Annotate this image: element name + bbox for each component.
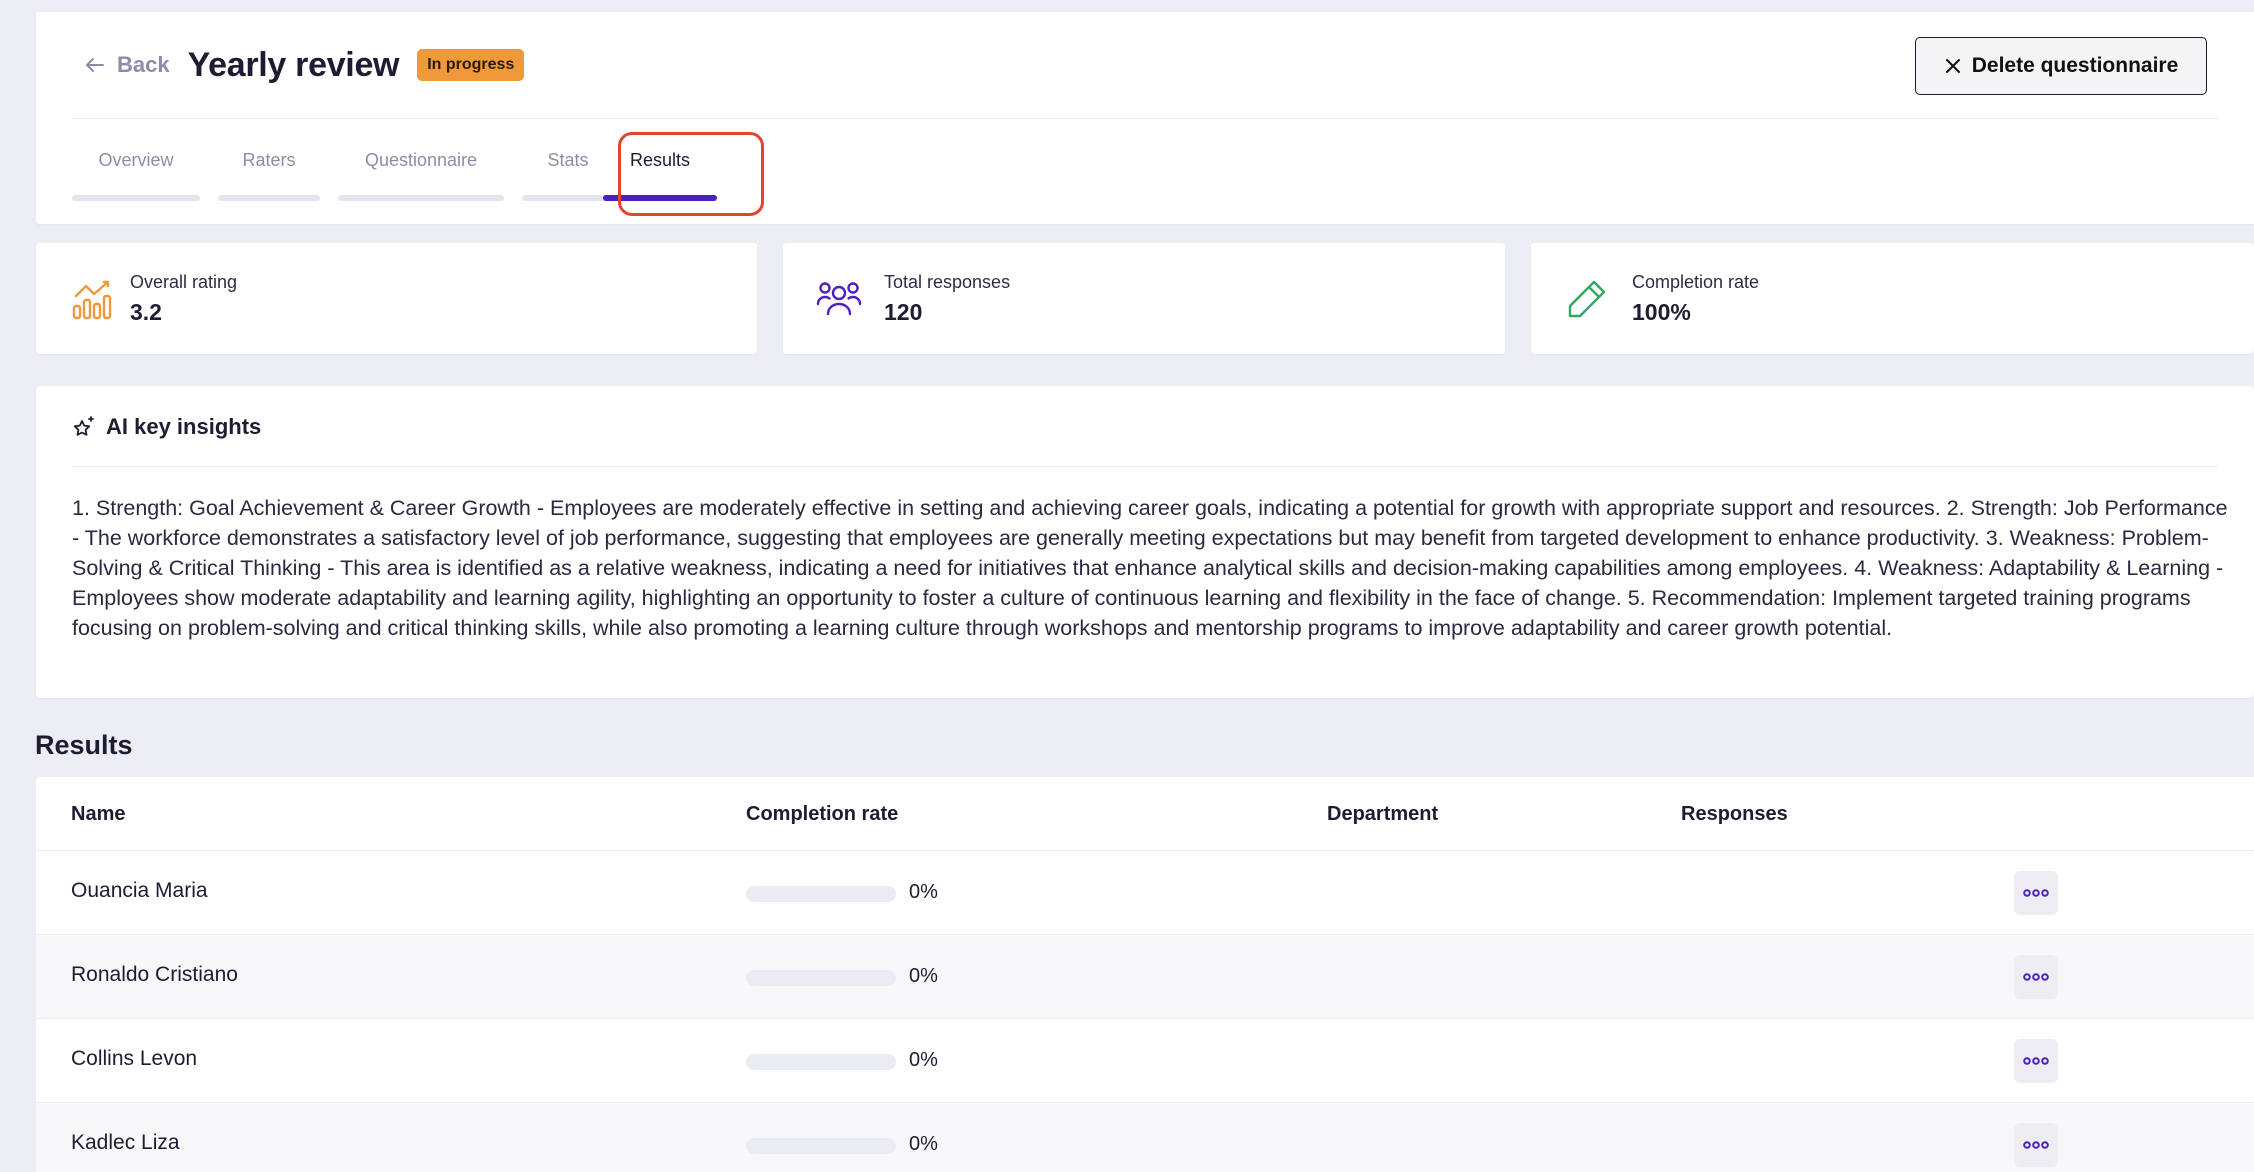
stat-text: Overall rating 3.2 [130, 272, 237, 326]
sparkle-star-icon [73, 416, 94, 436]
row-name: Ouancia Maria [71, 879, 208, 902]
more-dots-icon [2023, 973, 2049, 981]
tab-questionnaire[interactable]: Questionnaire [338, 140, 504, 204]
row-name: Ronaldo Cristiano [71, 963, 238, 986]
stat-card-total-responses: Total responses 120 [783, 243, 1505, 354]
completion-percent: 0% [909, 1049, 938, 1071]
column-header-department[interactable]: Department [1327, 803, 1438, 826]
stat-card-completion-rate: Completion rate 100% [1531, 243, 2254, 354]
completion-progress-bar [746, 970, 896, 986]
row-actions-button[interactable] [2014, 1123, 2058, 1167]
row-name: Kadlec Liza [71, 1131, 180, 1154]
page-title: Yearly review [187, 45, 400, 84]
completion-percent: 0% [909, 965, 938, 987]
insights-header: AI key insights [72, 414, 261, 440]
stat-value: 3.2 [130, 298, 162, 325]
stat-text: Total responses 120 [884, 272, 1010, 326]
stat-label: Overall rating [130, 271, 238, 292]
tab-underline [72, 195, 200, 201]
column-header-name[interactable]: Name [71, 803, 125, 826]
table-row[interactable]: Ouancia Maria 0% [36, 851, 2254, 935]
insights-divider [72, 466, 2218, 467]
pencil-icon [1568, 280, 1606, 317]
tab-bar: Overview Raters Questionnaire Stats Resu… [72, 140, 730, 204]
row-actions-button[interactable] [2014, 871, 2058, 915]
completion-percent: 0% [909, 881, 938, 903]
row-actions-button[interactable] [2014, 955, 2058, 999]
users-icon [816, 281, 862, 315]
table-header: Name Completion rate Department Response… [36, 777, 2254, 851]
close-icon [1945, 59, 1960, 73]
stat-label: Total responses [884, 271, 1011, 292]
completion-progress-bar [746, 1138, 896, 1154]
stat-value: 100% [1632, 298, 1691, 325]
tab-underline-active [603, 195, 717, 201]
row-actions-button[interactable] [2014, 1039, 2058, 1083]
stat-text: Completion rate 100% [1632, 272, 1759, 326]
stat-label: Completion rate [1632, 271, 1760, 292]
stat-value: 120 [884, 298, 923, 325]
tab-results[interactable]: Results [590, 140, 730, 204]
insights-text: 1. Strength: Goal Achievement & Career G… [72, 496, 2228, 640]
column-header-responses[interactable]: Responses [1681, 803, 1788, 826]
stat-card-overall-rating: Overall rating 3.2 [36, 243, 757, 354]
back-label: Back [117, 52, 170, 77]
status-badge: In progress [417, 49, 525, 81]
delete-label: Delete questionnaire [1971, 54, 2179, 77]
delete-questionnaire-button[interactable]: Delete questionnaire [1915, 37, 2207, 95]
bar-chart-icon [72, 280, 112, 319]
tab-overview[interactable]: Overview [72, 140, 200, 204]
more-dots-icon [2023, 1057, 2049, 1065]
table-row[interactable]: Ronaldo Cristiano 0% [36, 935, 2254, 1019]
completion-progress-bar [746, 886, 896, 902]
row-name: Collins Levon [71, 1047, 198, 1070]
page: Back Yearly review In progress Delete qu… [0, 0, 2254, 1172]
insights-title: AI key insights [106, 414, 262, 439]
completion-progress-bar [746, 1054, 896, 1070]
more-dots-icon [2023, 1141, 2049, 1149]
back-link[interactable]: Back [83, 52, 170, 78]
more-dots-icon [2023, 889, 2049, 897]
tab-underline [218, 195, 320, 201]
results-heading: Results [35, 730, 133, 760]
column-header-completion[interactable]: Completion rate [746, 803, 898, 826]
tab-raters[interactable]: Raters [218, 140, 320, 204]
results-table: Name Completion rate Department Response… [36, 777, 2254, 1172]
table-row[interactable]: Collins Levon 0% [36, 1019, 2254, 1103]
arrow-left-icon [86, 58, 104, 72]
ai-insights-card: AI key insights 1. Strength: Goal Achiev… [36, 386, 2254, 698]
table-row[interactable]: Kadlec Liza 0% [36, 1103, 2254, 1172]
header-divider [72, 118, 2218, 119]
tab-underline [338, 195, 504, 201]
completion-percent: 0% [909, 1133, 938, 1155]
